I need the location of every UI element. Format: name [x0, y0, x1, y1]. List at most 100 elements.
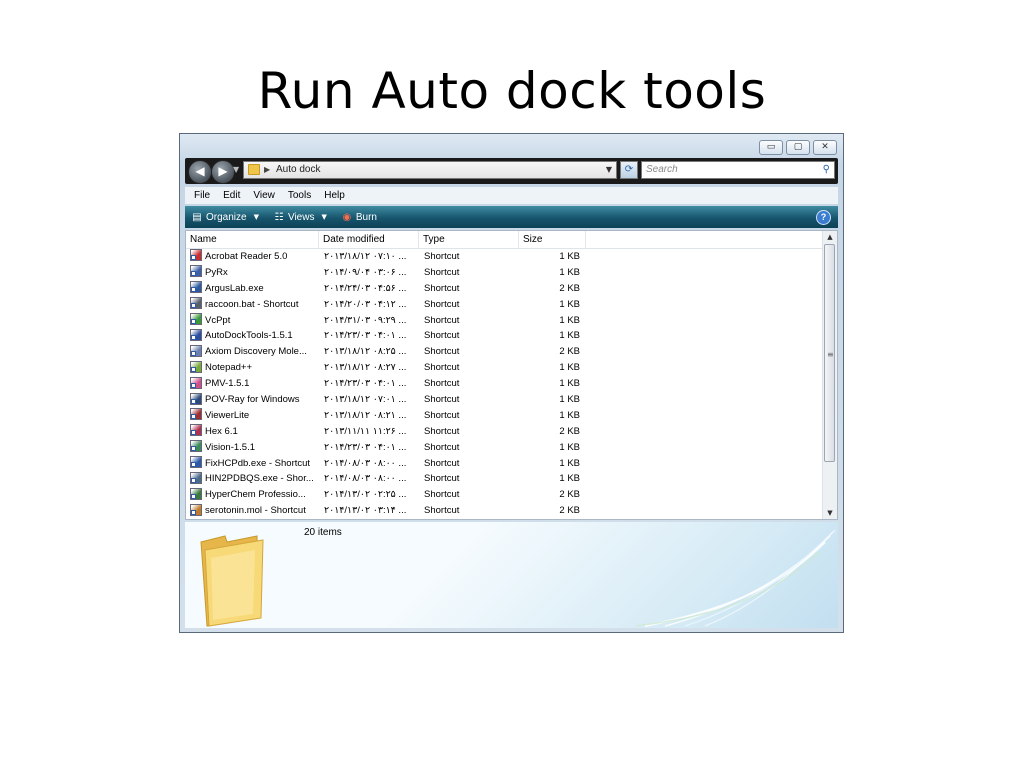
- address-bar: ◀ ▶ ▼ ▶ Auto dock ▼ ⟳ Search ⚲: [185, 158, 838, 184]
- table-row[interactable]: AutoDockTools-1.5.1 ۲۰۱۴/۲۳/۰۳ ۰۴:۰۱ ... S…: [186, 328, 823, 344]
- file-size: 1 KB: [559, 409, 580, 421]
- date-modified: ۲۰۱۴/۲۳/۰۳ ۰۴:۰۱ ...: [324, 441, 407, 453]
- back-arrow-icon[interactable]: ◀: [188, 160, 212, 184]
- views-button[interactable]: ☷ Views ▼: [273, 212, 326, 223]
- file-name[interactable]: PyRx: [190, 265, 318, 281]
- file-type: Shortcut: [424, 425, 460, 437]
- file-name[interactable]: HyperChem Professio...: [190, 487, 318, 503]
- file-name[interactable]: Acrobat Reader 5.0: [190, 249, 318, 265]
- search-placeholder: Search: [646, 164, 678, 175]
- minimize-button[interactable]: ▭: [759, 140, 783, 155]
- organize-label: Organize: [206, 211, 247, 223]
- file-type: Shortcut: [424, 362, 460, 374]
- file-size: 1 KB: [559, 330, 580, 342]
- help-icon[interactable]: ?: [816, 210, 831, 225]
- table-row[interactable]: Axiom Discovery Mole... ۲۰۱۳/۱۸/۱۲ ۰۸:۲۵ …: [186, 344, 823, 360]
- menu-file[interactable]: File: [194, 187, 210, 204]
- date-modified: ۲۰۱۴/۳۱/۰۳ ۰۹:۲۹ ...: [324, 314, 407, 326]
- file-name[interactable]: raccoon.bat - Shortcut: [190, 297, 318, 313]
- table-row[interactable]: HyperChem Professio... ۲۰۱۴/۱۳/۰۲ ۰۲:۲۵ .…: [186, 487, 823, 503]
- search-input[interactable]: Search ⚲: [641, 161, 835, 179]
- list-header: Name Date modified Type Size: [186, 231, 823, 249]
- file-name-text: ArgusLab.exe: [205, 282, 264, 294]
- scroll-down-icon[interactable]: ▼: [823, 507, 837, 519]
- date-modified: ۲۰۱۳/۱۸/۱۲ ۰۸:۲۱ ...: [324, 409, 407, 421]
- scroll-thumb[interactable]: ≡: [824, 244, 835, 462]
- table-row[interactable]: ArgusLab.exe ۲۰۱۴/۲۴/۰۳ ۰۴:۵۶ ... Shortcut…: [186, 281, 823, 297]
- menu-help[interactable]: Help: [324, 187, 345, 204]
- maximize-button[interactable]: ▢: [786, 140, 810, 155]
- table-row[interactable]: PMV-1.5.1 ۲۰۱۴/۲۳/۰۳ ۰۴:۰۱ ... Shortcut 1 K…: [186, 376, 823, 392]
- menu-tools[interactable]: Tools: [288, 187, 311, 204]
- file-size: 1 KB: [559, 457, 580, 469]
- file-name[interactable]: Notepad++: [190, 360, 318, 376]
- file-name[interactable]: Axiom Discovery Mole...: [190, 344, 318, 360]
- file-name[interactable]: FixHCPdb.exe - Shortcut: [190, 456, 318, 472]
- file-name-text: Axiom Discovery Mole...: [205, 346, 307, 358]
- table-row[interactable]: HIN2PDBQS.exe - Shor... ۲۰۱۴/۰۸/۰۳ ۰۸:۰۰ …: [186, 471, 823, 487]
- search-icon[interactable]: ⚲: [823, 162, 830, 178]
- menu-view[interactable]: View: [253, 187, 275, 204]
- file-size: 2 KB: [559, 282, 580, 294]
- date-modified: ۲۰۱۴/۱۳/۰۲ ۰۳:۱۴ ...: [324, 505, 407, 517]
- file-size: 2 KB: [559, 346, 580, 358]
- shortcut-icon: [190, 249, 202, 262]
- burn-button[interactable]: ◉ Burn: [341, 212, 377, 223]
- shortcut-icon: [190, 328, 202, 341]
- table-row[interactable]: serotonin.mol - Shortcut ۲۰۱۴/۱۳/۰۲ ۰۳:۱۴…: [186, 503, 823, 519]
- file-name[interactable]: Hex 6.1: [190, 424, 318, 440]
- chevron-right-icon[interactable]: ▶: [264, 162, 270, 178]
- file-size: 1 KB: [559, 441, 580, 453]
- file-size: 1 KB: [559, 378, 580, 390]
- file-name-text: HyperChem Professio...: [205, 489, 306, 501]
- file-size: 1 KB: [559, 314, 580, 326]
- file-name[interactable]: AutoDockTools-1.5.1: [190, 328, 318, 344]
- details-pane: 20 items: [185, 522, 838, 628]
- file-size: 2 KB: [559, 425, 580, 437]
- file-name[interactable]: POV-Ray for Windows: [190, 392, 318, 408]
- menu-edit[interactable]: Edit: [223, 187, 240, 204]
- table-row[interactable]: Notepad++ ۲۰۱۳/۱۸/۱۲ ۰۸:۲۷ ... Shortcut 1 K…: [186, 360, 823, 376]
- column-size[interactable]: Size: [519, 231, 586, 248]
- organize-button[interactable]: ▤ Organize ▼: [191, 212, 259, 223]
- file-name[interactable]: serotonin.mol - Shortcut: [190, 503, 318, 519]
- date-modified: ۲۰۱۳/۱۸/۱۲ ۰۸:۲۷ ...: [324, 362, 407, 374]
- file-type: Shortcut: [424, 378, 460, 390]
- address-field[interactable]: ▶ Auto dock ▼: [243, 161, 617, 179]
- recent-pages-dropdown-icon[interactable]: ▼: [233, 165, 239, 174]
- table-row[interactable]: raccoon.bat - Shortcut ۲۰۱۴/۲۰/۰۳ ۰۴:۱۲ .…: [186, 297, 823, 313]
- table-row[interactable]: Hex 6.1 ۲۰۱۳/۱۱/۱۱ ۱۱:۲۶ ... Shortcut 2 KB: [186, 424, 823, 440]
- command-toolbar: ▤ Organize ▼ ☷ Views ▼ ◉ Burn ?: [185, 206, 838, 228]
- file-name[interactable]: VcPpt: [190, 313, 318, 329]
- table-row[interactable]: POV-Ray for Windows ۲۰۱۳/۱۸/۱۲ ۰۷:۰۱ ... S…: [186, 392, 823, 408]
- scroll-up-icon[interactable]: ▲: [823, 231, 837, 243]
- table-row[interactable]: Acrobat Reader 5.0 ۲۰۱۳/۱۸/۱۲ ۰۷:۱۰ ... Sh…: [186, 249, 823, 265]
- refresh-icon[interactable]: ⟳: [620, 161, 638, 179]
- forward-arrow-icon[interactable]: ▶: [211, 160, 235, 184]
- file-name[interactable]: ViewerLite: [190, 408, 318, 424]
- table-row[interactable]: PyRx ۲۰۱۴/۰۹/۰۴ ۰۳:۰۶ ... Shortcut 1 KB: [186, 265, 823, 281]
- table-row[interactable]: VcPpt ۲۰۱۴/۳۱/۰۳ ۰۹:۲۹ ... Shortcut 1 KB: [186, 313, 823, 329]
- file-type: Shortcut: [424, 314, 460, 326]
- shortcut-icon: [190, 424, 202, 437]
- table-row[interactable]: Vision-1.5.1 ۲۰۱۴/۲۳/۰۳ ۰۴:۰۱ ... Shortcut…: [186, 440, 823, 456]
- column-name[interactable]: Name: [186, 231, 319, 248]
- file-name[interactable]: Vision-1.5.1: [190, 440, 318, 456]
- file-type: Shortcut: [424, 505, 460, 517]
- file-name[interactable]: ArgusLab.exe: [190, 281, 318, 297]
- column-date-modified[interactable]: Date modified: [319, 231, 419, 248]
- file-name-text: VcPpt: [205, 314, 231, 326]
- address-path: Auto dock: [276, 164, 321, 175]
- table-row[interactable]: ViewerLite ۲۰۱۳/۱۸/۱۲ ۰۸:۲۱ ... Shortcut 1 …: [186, 408, 823, 424]
- file-name-text: HIN2PDBQS.exe - Shor...: [205, 473, 314, 485]
- close-button[interactable]: ✕: [813, 140, 837, 155]
- address-dropdown-icon[interactable]: ▼: [606, 162, 612, 178]
- table-row[interactable]: FixHCPdb.exe - Shortcut ۲۰۱۴/۰۸/۰۳ ۰۸:۰۰ …: [186, 456, 823, 472]
- shortcut-icon: [190, 344, 202, 357]
- file-name[interactable]: HIN2PDBQS.exe - Shor...: [190, 471, 318, 487]
- file-type: Shortcut: [424, 251, 460, 262]
- file-name[interactable]: PMV-1.5.1: [190, 376, 318, 392]
- column-type[interactable]: Type: [419, 231, 519, 248]
- file-size: 1 KB: [559, 266, 580, 278]
- vertical-scrollbar[interactable]: ▲ ≡ ▼: [822, 231, 837, 519]
